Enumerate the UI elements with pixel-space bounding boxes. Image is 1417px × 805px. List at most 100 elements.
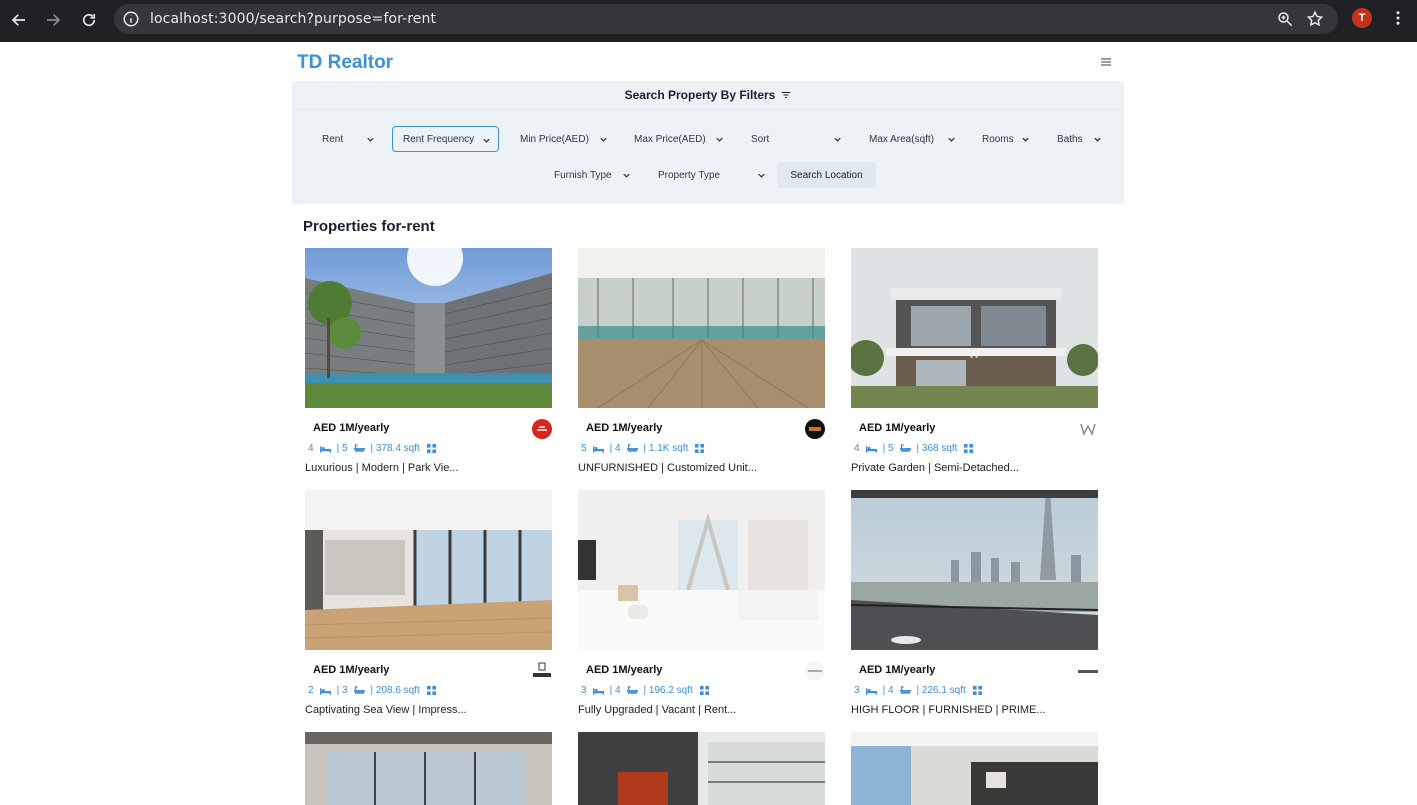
property-card[interactable]	[851, 732, 1099, 805]
chevron-down-icon	[1022, 137, 1029, 142]
profile-avatar[interactable]: T	[1352, 8, 1372, 28]
property-card[interactable]	[578, 732, 826, 805]
area-value: | 196.2 sqft	[643, 685, 693, 696]
max-price-select[interactable]: Max Price(AED)	[624, 126, 731, 152]
baths-count: | 4	[882, 685, 894, 696]
rent-frequency-select-value: Rent Frequency	[403, 133, 475, 145]
zoom-icon[interactable]	[1276, 10, 1294, 28]
sort-select-value: Sort	[751, 133, 770, 145]
area-value: | 368 sqft	[916, 443, 958, 454]
property-title[interactable]: Luxurious | Modern | Park Vie...	[305, 462, 458, 474]
property-card[interactable]: AED 1M/yearly 3 | 4 | 226.1 sqft HIGH FL…	[851, 490, 1099, 720]
chevron-down-icon	[623, 173, 630, 178]
back-icon[interactable]	[6, 7, 32, 33]
rooms-count: 2	[308, 685, 314, 696]
min-price-select[interactable]: Min Price(AED)	[510, 126, 615, 152]
sort-select[interactable]: Sort	[741, 126, 849, 152]
rent-frequency-select[interactable]: Rent Frequency	[392, 126, 499, 152]
rooms-select[interactable]: Rooms	[972, 126, 1037, 152]
bed-icon	[319, 446, 331, 453]
filter-header-label: Search Property By Filters	[624, 88, 776, 102]
property-type-select-value: Property Type	[658, 169, 721, 181]
brand-logo-text[interactable]: TD Realtor	[297, 52, 393, 74]
bath-icon	[353, 444, 365, 452]
property-stats: 3 | 4 | 196.2 sqft	[581, 685, 716, 696]
area-value: | 1.1K sqft	[643, 443, 689, 454]
property-card[interactable]: AED 1M/yearly 4 | 5 | 378.4 sqft Luxurio…	[305, 248, 553, 478]
purpose-select[interactable]: Rent	[312, 126, 382, 152]
property-card[interactable]	[305, 732, 553, 805]
baths-select[interactable]: Baths	[1047, 126, 1109, 152]
property-card[interactable]: AED 1M/yearly 5 | 4 | 1.1K sqft UNFURNIS…	[578, 248, 826, 478]
property-card[interactable]: W AED 1M/yearly 4 | 5 | 368 sqft Private…	[851, 248, 1099, 478]
address-bar[interactable]: localhost:3000/search?purpose=for-rent	[114, 4, 1338, 34]
property-photo[interactable]	[578, 490, 825, 650]
site-info-icon[interactable]	[122, 10, 140, 28]
property-stats: 5 | 4 | 1.1K sqft	[581, 443, 711, 454]
property-photo[interactable]	[578, 732, 825, 805]
property-title[interactable]: Fully Upgraded | Vacant | Rent...	[578, 704, 736, 716]
min-price-select-value: Min Price(AED)	[520, 133, 589, 145]
area-value: | 378.4 sqft	[370, 443, 420, 454]
baths-count: | 4	[609, 443, 621, 454]
property-photo[interactable]	[305, 490, 552, 650]
reload-icon[interactable]	[76, 7, 102, 33]
filter-icon	[782, 92, 791, 98]
bath-icon	[899, 444, 911, 452]
property-price: AED 1M/yearly	[859, 664, 936, 676]
bed-icon	[592, 446, 604, 453]
property-photo[interactable]	[578, 248, 825, 408]
property-card[interactable]: AED 1M/yearly 3 | 4 | 196.2 sqft Fully U…	[578, 490, 826, 720]
bath-icon	[353, 686, 365, 694]
browser-menu-icon[interactable]	[1389, 9, 1407, 29]
property-title[interactable]: Captivating Sea View | Impress...	[305, 704, 467, 716]
grid-icon	[972, 686, 982, 695]
property-price: AED 1M/yearly	[586, 664, 663, 676]
area-value: | 208.6 sqft	[370, 685, 420, 696]
url-text[interactable]: localhost:3000/search?purpose=for-rent	[150, 11, 436, 27]
agency-logo-icon	[804, 418, 826, 440]
max-area-select-value: Max Area(sqft)	[869, 133, 935, 145]
baths-count: | 4	[609, 685, 621, 696]
furnish-type-select-value: Furnish Type	[554, 169, 612, 181]
baths-count: | 3	[336, 685, 348, 696]
grid-icon	[695, 444, 705, 453]
baths-select-value: Baths	[1057, 133, 1083, 145]
bed-icon	[319, 688, 331, 695]
property-type-select[interactable]: Property Type	[648, 162, 773, 188]
bookmark-star-icon[interactable]	[1306, 10, 1324, 28]
grid-icon	[964, 444, 974, 453]
forward-icon[interactable]	[40, 7, 66, 33]
results-heading: Properties for-rent	[303, 218, 435, 235]
max-area-select[interactable]: Max Area(sqft)	[859, 126, 963, 152]
agency-logo-icon	[804, 660, 826, 682]
property-price: AED 1M/yearly	[859, 422, 936, 434]
property-photo[interactable]	[305, 732, 552, 805]
rooms-select-value: Rooms	[982, 133, 1014, 145]
baths-count: | 5	[336, 443, 348, 454]
property-card[interactable]: AED 1M/yearly 2 | 3 | 208.6 sqft Captiva…	[305, 490, 553, 720]
bath-icon	[899, 686, 911, 694]
property-photo[interactable]	[851, 732, 1098, 805]
property-title[interactable]: UNFURNISHED | Customized Unit...	[578, 462, 757, 474]
purpose-select-value: Rent	[322, 133, 344, 145]
chevron-down-icon	[483, 138, 490, 143]
property-price: AED 1M/yearly	[313, 422, 390, 434]
property-photo[interactable]	[305, 248, 552, 408]
property-price: AED 1M/yearly	[313, 664, 390, 676]
browser-toolbar: localhost:3000/search?purpose=for-rent T	[0, 0, 1417, 42]
search-location-button[interactable]: Search Location	[777, 162, 876, 188]
furnish-type-select[interactable]: Furnish Type	[544, 162, 638, 188]
property-stats: 4 | 5 | 368 sqft	[854, 443, 980, 454]
hamburger-menu-icon[interactable]	[1100, 55, 1112, 67]
chevron-down-icon	[600, 137, 607, 142]
property-title[interactable]: Private Garden | Semi-Detached...	[851, 462, 1019, 474]
chevron-down-icon	[834, 137, 841, 142]
rooms-count: 4	[308, 443, 314, 454]
grid-icon	[699, 686, 709, 695]
grid-icon	[426, 444, 436, 453]
property-title[interactable]: HIGH FLOOR | FURNISHED | PRIME...	[851, 704, 1046, 716]
filter-toggle[interactable]: Search Property By Filters	[292, 81, 1124, 110]
property-photo[interactable]	[851, 490, 1098, 650]
property-photo[interactable]: W	[851, 248, 1098, 408]
